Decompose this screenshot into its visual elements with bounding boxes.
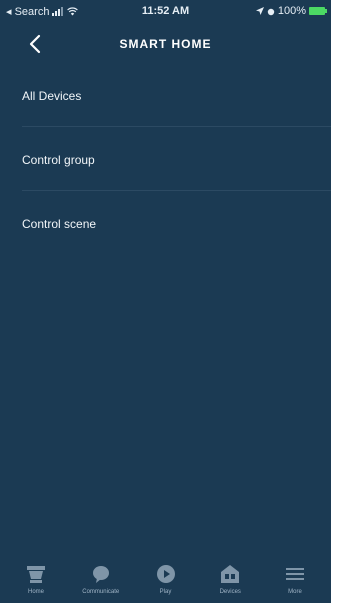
menu-item-all-devices[interactable]: All Devices	[0, 63, 331, 127]
nav-label: More	[288, 589, 302, 595]
bottom-nav: Home Communicate Play Devices More	[0, 553, 331, 603]
status-bar: ◂ Search 11:52 AM 100%	[0, 0, 331, 22]
menu-item-control-group[interactable]: Control group	[0, 127, 331, 191]
page-title: SMART HOME	[119, 37, 212, 51]
home-icon	[27, 566, 45, 583]
menu-icon	[286, 568, 304, 580]
play-icon	[156, 565, 175, 583]
menu-item-label: All Devices	[22, 89, 82, 103]
nav-item-more[interactable]: More	[265, 553, 325, 603]
nav-item-home[interactable]: Home	[6, 553, 66, 603]
nav-label: Communicate	[82, 589, 120, 595]
devices-icon	[221, 565, 240, 583]
menu-item-label: Control scene	[22, 217, 97, 231]
screen-edge-strip	[331, 0, 337, 603]
chat-bubble-icon	[92, 566, 109, 583]
status-right: 100%	[255, 5, 327, 17]
nav-item-play[interactable]: Play	[136, 553, 196, 603]
menu-item-label: Control group	[22, 153, 95, 167]
battery-icon	[309, 7, 327, 15]
smart-home-screen: ◂ Search 11:52 AM 100% SMART HOME All De…	[0, 0, 331, 603]
nav-label: Play	[159, 589, 172, 595]
location-arrow-icon	[255, 7, 264, 15]
menu-item-control-scene[interactable]: Control scene	[0, 191, 331, 255]
alarm-icon	[267, 8, 275, 15]
nav-item-devices[interactable]: Devices	[200, 553, 260, 603]
header: SMART HOME	[0, 26, 331, 62]
nav-label: Home	[27, 589, 44, 595]
menu-list: All Devices Control group Control scene	[0, 63, 331, 255]
battery-percentage: 100%	[277, 5, 306, 17]
nav-label: Devices	[219, 589, 241, 595]
nav-item-communicate[interactable]: Communicate	[71, 553, 131, 603]
